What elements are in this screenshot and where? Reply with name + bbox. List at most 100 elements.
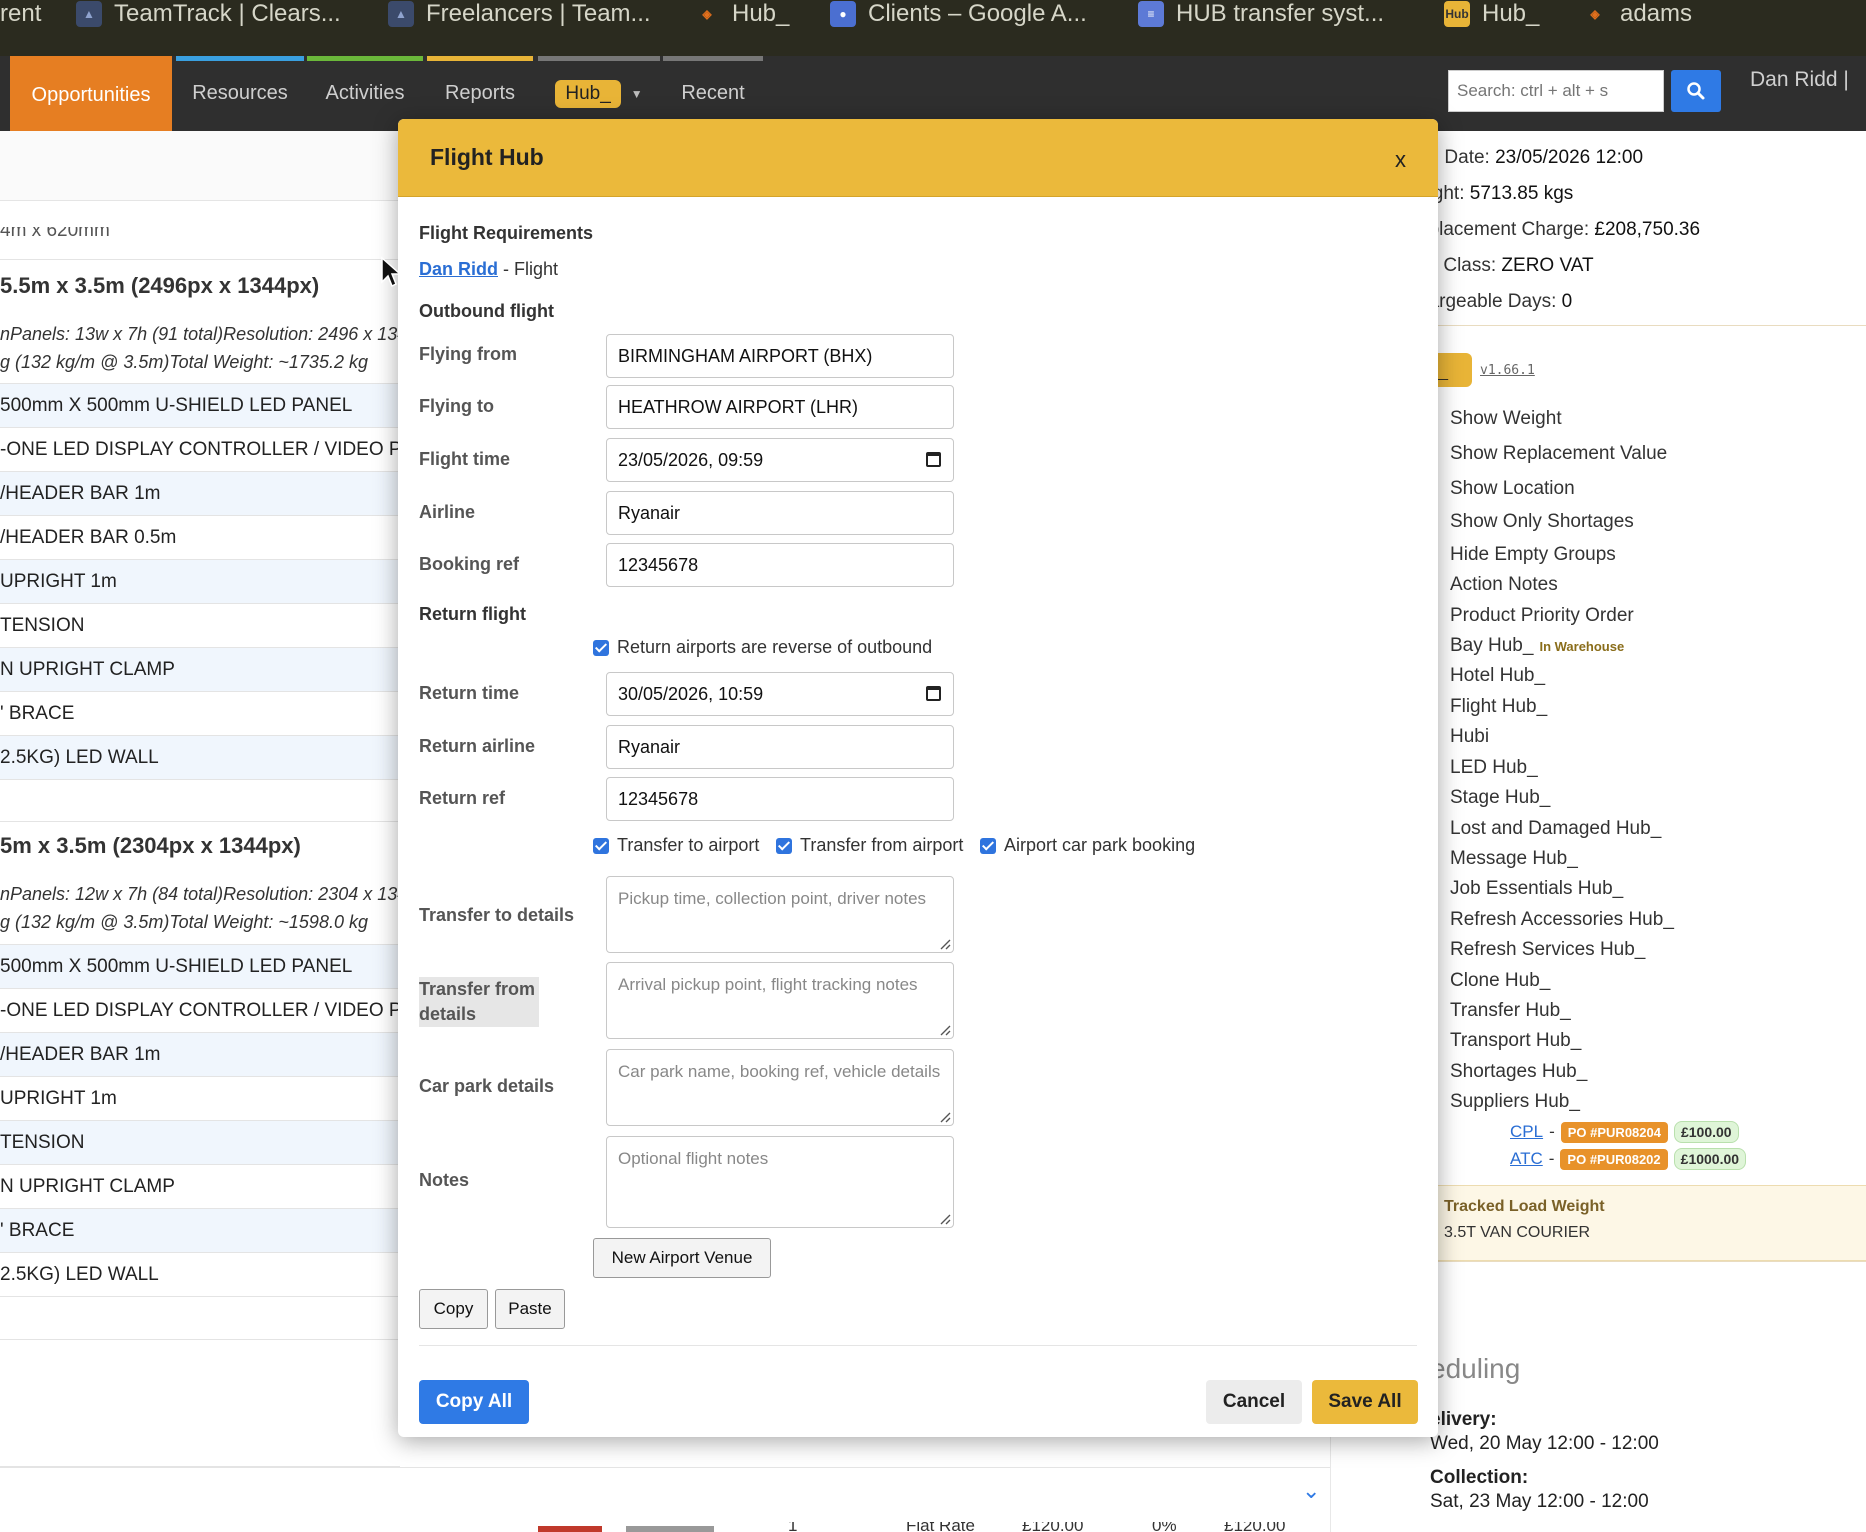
checkbox-checked[interactable]	[593, 639, 609, 656]
new-airport-venue-button[interactable]: New Airport Venue	[593, 1238, 771, 1278]
table-row[interactable]: /HEADER BAR 0.5m	[0, 515, 400, 559]
hub-menu-item[interactable]: Hide Empty Groups	[1430, 544, 1616, 566]
hub-menu-item[interactable]: Transport Hub_	[1429, 1030, 1581, 1052]
transfer-from-airport-checkbox[interactable]: Transfer from airport	[776, 835, 963, 856]
hub-menu-item[interactable]: Show Only Shortages	[1430, 511, 1634, 533]
expand-chevron-icon[interactable]: ⌄	[1302, 1478, 1320, 1504]
bookmark-clients-google[interactable]: ● Clients – Google A...	[830, 0, 1087, 28]
po-badge[interactable]: PO #PUR08202	[1560, 1148, 1668, 1170]
flying-from-label: Flying from	[419, 344, 517, 364]
hub-menu-item[interactable]: Action Notes	[1430, 574, 1558, 596]
user-menu[interactable]: Dan Ridd |	[1750, 68, 1849, 92]
table-row[interactable]: UPRIGHT 1m	[0, 1076, 400, 1120]
supplier-link[interactable]: ATC	[1510, 1149, 1543, 1169]
calendar-icon[interactable]	[926, 686, 941, 701]
tab-resources[interactable]: Resources	[176, 56, 304, 131]
table-row[interactable]: -ONE LED DISPLAY CONTROLLER / VIDEO PRO	[0, 427, 400, 471]
hub-menu-item[interactable]: Clone Hub_	[1429, 970, 1550, 992]
cancel-button[interactable]: Cancel	[1206, 1380, 1302, 1424]
supplier-link[interactable]: CPL	[1510, 1122, 1543, 1142]
search-button[interactable]	[1671, 70, 1721, 112]
return-airline-input[interactable]: Ryanair	[606, 725, 954, 769]
bookmark-hub-box[interactable]: Hub Hub_	[1444, 0, 1539, 28]
hub-menu-item[interactable]: Flight Hub_	[1429, 696, 1547, 718]
table-row[interactable]: 2.5KG) LED WALL	[0, 735, 400, 779]
table-row[interactable]: 2.5KG) LED WALL	[0, 1252, 400, 1296]
transfer-from-details-textarea[interactable]: Arrival pickup point, flight tracking no…	[606, 962, 954, 1039]
paste-button[interactable]: Paste	[495, 1289, 565, 1329]
hub-menu-item[interactable]: Lost and Damaged Hub_	[1429, 818, 1661, 840]
table-row[interactable]: N UPRIGHT CLAMP	[0, 1164, 400, 1208]
flight-time-input[interactable]: 23/05/2026, 09:59	[606, 438, 954, 482]
po-badge[interactable]: PO #PUR08204	[1560, 1121, 1668, 1143]
flying-to-input[interactable]: HEATHROW AIRPORT (LHR)	[606, 385, 954, 429]
resize-grip-icon[interactable]	[939, 938, 951, 950]
person-link[interactable]: Dan Ridd	[419, 259, 498, 279]
copy-button[interactable]: Copy	[419, 1289, 488, 1329]
hub-menu-item[interactable]: Show Replacement Value	[1429, 443, 1667, 465]
table-row[interactable]: TENSION	[0, 603, 400, 647]
hub-menu-item[interactable]: Show Weight	[1430, 408, 1562, 430]
table-row[interactable]: N UPRIGHT CLAMP	[0, 647, 400, 691]
hub-menu-item[interactable]: Job Essentials Hub_	[1429, 878, 1623, 900]
copy-all-button[interactable]: Copy All	[419, 1380, 529, 1424]
hub-menu-item[interactable]: Hotel Hub_	[1429, 665, 1545, 687]
table-row[interactable]: /HEADER BAR 1m	[0, 471, 400, 515]
resize-grip-icon[interactable]	[939, 1213, 951, 1225]
table-row[interactable]: ' BRACE	[0, 1208, 400, 1252]
bookmark-teamtrack-clears[interactable]: ▲ TeamTrack | Clears...	[76, 0, 341, 28]
flying-from-input[interactable]: BIRMINGHAM AIRPORT (BHX)	[606, 334, 954, 378]
replacement-label: eplacement Charge:	[1418, 219, 1590, 240]
return-ref-input[interactable]: 12345678	[606, 777, 954, 821]
bookmark-hub-transfer[interactable]: ≡ HUB transfer syst...	[1138, 0, 1384, 28]
table-row[interactable]: UPRIGHT 1m	[0, 559, 400, 603]
tab-opportunities[interactable]: Opportunities	[10, 56, 172, 134]
bookmark-hub[interactable]: ◈ Hub_	[694, 0, 789, 28]
table-row[interactable]: 500mm X 500mm U-SHIELD LED PANEL	[0, 383, 400, 427]
transfer-to-details-textarea[interactable]: Pickup time, collection point, driver no…	[606, 876, 954, 953]
hub-menu-item[interactable]: Refresh Services Hub_	[1429, 939, 1645, 961]
group-heading: 5m x 3.5m (2304px x 1344px)	[0, 833, 301, 858]
bookmark-teamtrack-freelancers[interactable]: ▲ Freelancers | Team...	[388, 0, 651, 28]
resize-grip-icon[interactable]	[939, 1024, 951, 1036]
save-all-button[interactable]: Save All	[1312, 1380, 1418, 1424]
table-row[interactable]: TENSION	[0, 1120, 400, 1164]
table-row[interactable]: 500mm X 500mm U-SHIELD LED PANEL	[0, 944, 400, 988]
return-time-input[interactable]: 30/05/2026, 10:59	[606, 672, 954, 716]
bookmark-adams[interactable]: ◈ adams	[1582, 0, 1692, 28]
search-input[interactable]	[1448, 70, 1664, 112]
hub-menu-item[interactable]: LED Hub_	[1430, 757, 1538, 779]
hub-menu-item[interactable]: Show Location	[1430, 478, 1575, 500]
hub-menu-item[interactable]: Message Hub_	[1430, 848, 1578, 870]
hub-menu-item[interactable]: Transfer Hub_	[1430, 1000, 1571, 1022]
table-row[interactable]: ' BRACE	[0, 691, 400, 735]
checkbox-checked[interactable]	[980, 837, 996, 854]
tax-value: ZERO VAT	[1501, 255, 1594, 276]
checkbox-checked[interactable]	[593, 837, 609, 854]
hub-menu-item[interactable]: Shortages Hub_	[1429, 1061, 1587, 1083]
resize-grip-icon[interactable]	[939, 1111, 951, 1123]
car-park-booking-checkbox[interactable]: Airport car park booking	[980, 835, 1195, 856]
notes-label: Notes	[419, 1170, 470, 1190]
calendar-icon[interactable]	[926, 452, 941, 467]
car-park-details-textarea[interactable]: Car park name, booking ref, vehicle deta…	[606, 1049, 954, 1126]
bookmark-rent[interactable]: rent	[0, 0, 41, 28]
table-row[interactable]: /HEADER BAR 1m	[0, 1032, 400, 1076]
hub-menu-item[interactable]: Stage Hub_	[1429, 787, 1550, 809]
transfer-to-airport-checkbox[interactable]: Transfer to airport	[593, 835, 759, 856]
hub-menu-item[interactable]: Bay Hub_ In Warehouse	[1429, 635, 1624, 657]
hub-menu-item[interactable]: Suppliers Hub_	[1430, 1091, 1580, 1113]
version-link[interactable]: v1.66.1	[1480, 363, 1535, 378]
days-value: 0	[1561, 291, 1573, 312]
table-row[interactable]: -ONE LED DISPLAY CONTROLLER / VIDEO PRO	[0, 988, 400, 1032]
close-button[interactable]: x	[1395, 147, 1406, 173]
booking-ref-input[interactable]: 12345678	[606, 543, 954, 587]
checkbox-checked[interactable]	[776, 837, 792, 854]
hub-menu-item[interactable]: Refresh Accessories Hub_	[1430, 909, 1674, 931]
notes-textarea[interactable]: Optional flight notes	[606, 1136, 954, 1228]
table-row[interactable]: 1 Flat Rate £120.00 0% £120.00	[0, 1512, 1330, 1532]
hub-menu-item[interactable]: Product Priority Order	[1430, 605, 1634, 627]
reverse-airports-checkbox[interactable]: Return airports are reverse of outbound	[593, 637, 932, 658]
hub-menu-item[interactable]: Hubi	[1429, 726, 1489, 748]
airline-input[interactable]: Ryanair	[606, 491, 954, 535]
